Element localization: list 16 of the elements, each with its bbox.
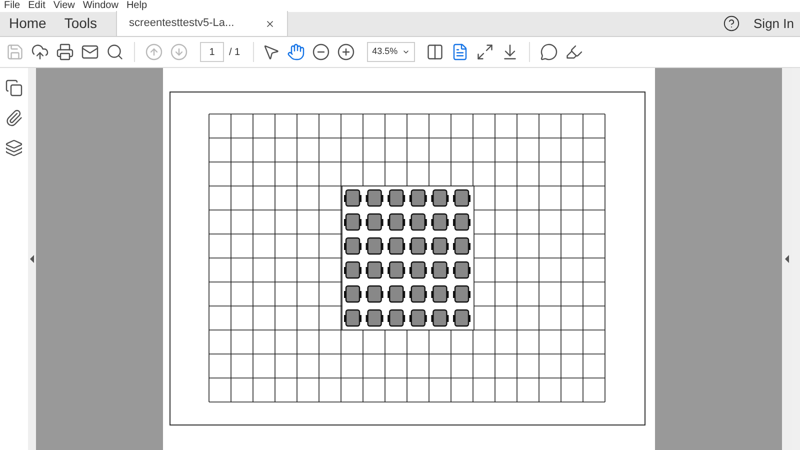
page-number-field[interactable]: 1 — [200, 42, 224, 62]
scrollbar[interactable] — [792, 68, 800, 450]
caret-icon — [402, 48, 410, 56]
menu-item[interactable]: Help — [126, 1, 148, 11]
document-tab[interactable]: screentesttestv5-La... — [116, 11, 288, 36]
nav-tab[interactable]: Tools — [55, 11, 106, 36]
menu-item[interactable]: File — [4, 1, 20, 11]
close-icon — [265, 18, 276, 28]
zoom-dropdown[interactable]: 43.5% — [367, 42, 416, 62]
help-icon — [722, 15, 740, 32]
menu-item[interactable]: Edit — [28, 1, 46, 11]
menu-item[interactable]: View — [53, 1, 75, 11]
page-total: / 1 — [229, 46, 240, 60]
sign-in-button[interactable]: Sign In — [754, 14, 794, 34]
nav-tab[interactable]: Home — [0, 11, 56, 36]
menu-item[interactable]: Window — [82, 1, 118, 11]
